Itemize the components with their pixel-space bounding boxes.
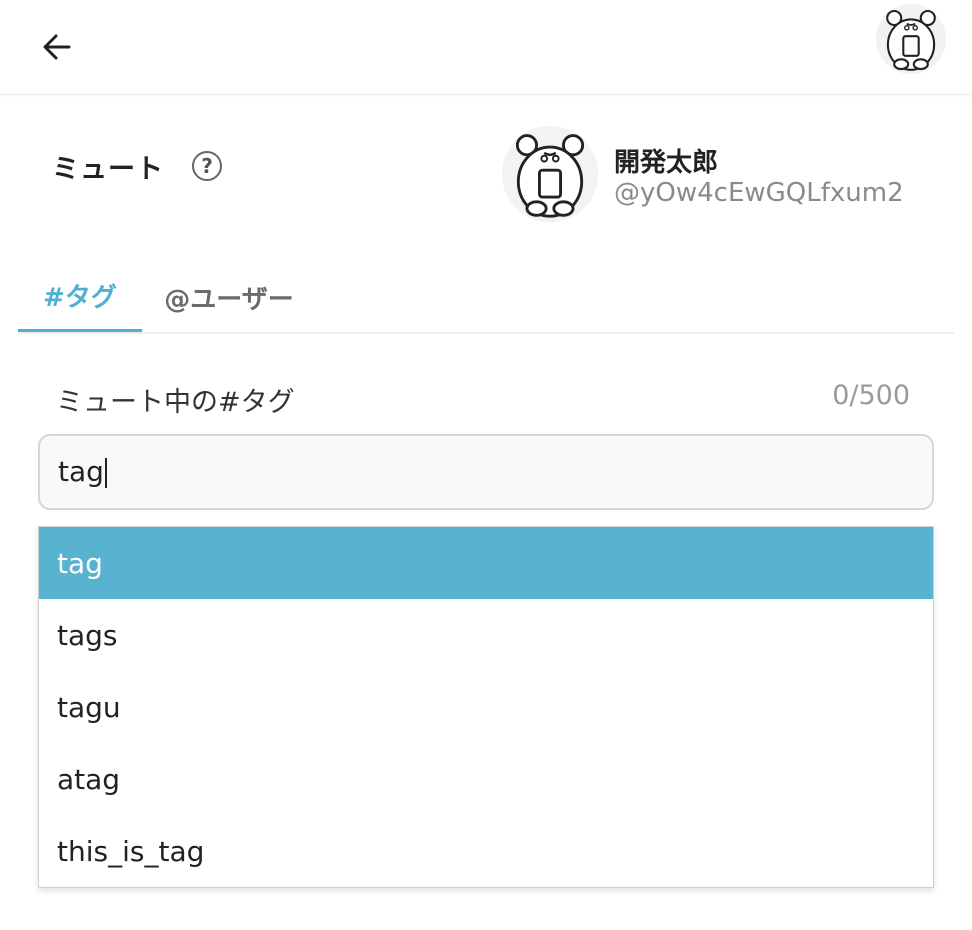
question-circle-icon[interactable]: ? [192,151,222,181]
suggestion-item[interactable]: this_is_tag [39,815,933,887]
suggestion-item[interactable]: tag [39,527,933,599]
account-avatar[interactable] [876,4,946,74]
profile-avatar [502,126,598,222]
field-label: ミュート中の#タグ [56,387,295,418]
profile-name: 開発太郎 [614,148,719,178]
top-bar [0,0,972,95]
tag-input[interactable]: tag [38,434,934,510]
suggestion-item[interactable]: tags [39,599,933,671]
suggestion-dropdown: tag tags tagu atag this_is_tag [38,526,934,888]
arrow-left-icon [43,34,71,60]
tab-users[interactable]: @ユーザー [142,262,316,332]
text-caret [104,458,107,488]
tab-tags[interactable]: #タグ [18,262,142,332]
page-title: ミュート [52,153,164,185]
bear-avatar-icon [876,4,946,74]
tag-input-value: tag [58,455,107,488]
suggestion-item[interactable]: atag [39,743,933,815]
field-count: 0/500 [832,380,910,411]
back-button[interactable] [36,26,78,68]
bear-avatar-icon [502,126,598,222]
suggestion-item[interactable]: tagu [39,671,933,743]
profile-handle: @yOw4cEwGQLfxum2 [614,178,904,208]
title-row: ミュート ? [52,142,222,190]
tab-bar: #タグ @ユーザー [18,262,954,334]
